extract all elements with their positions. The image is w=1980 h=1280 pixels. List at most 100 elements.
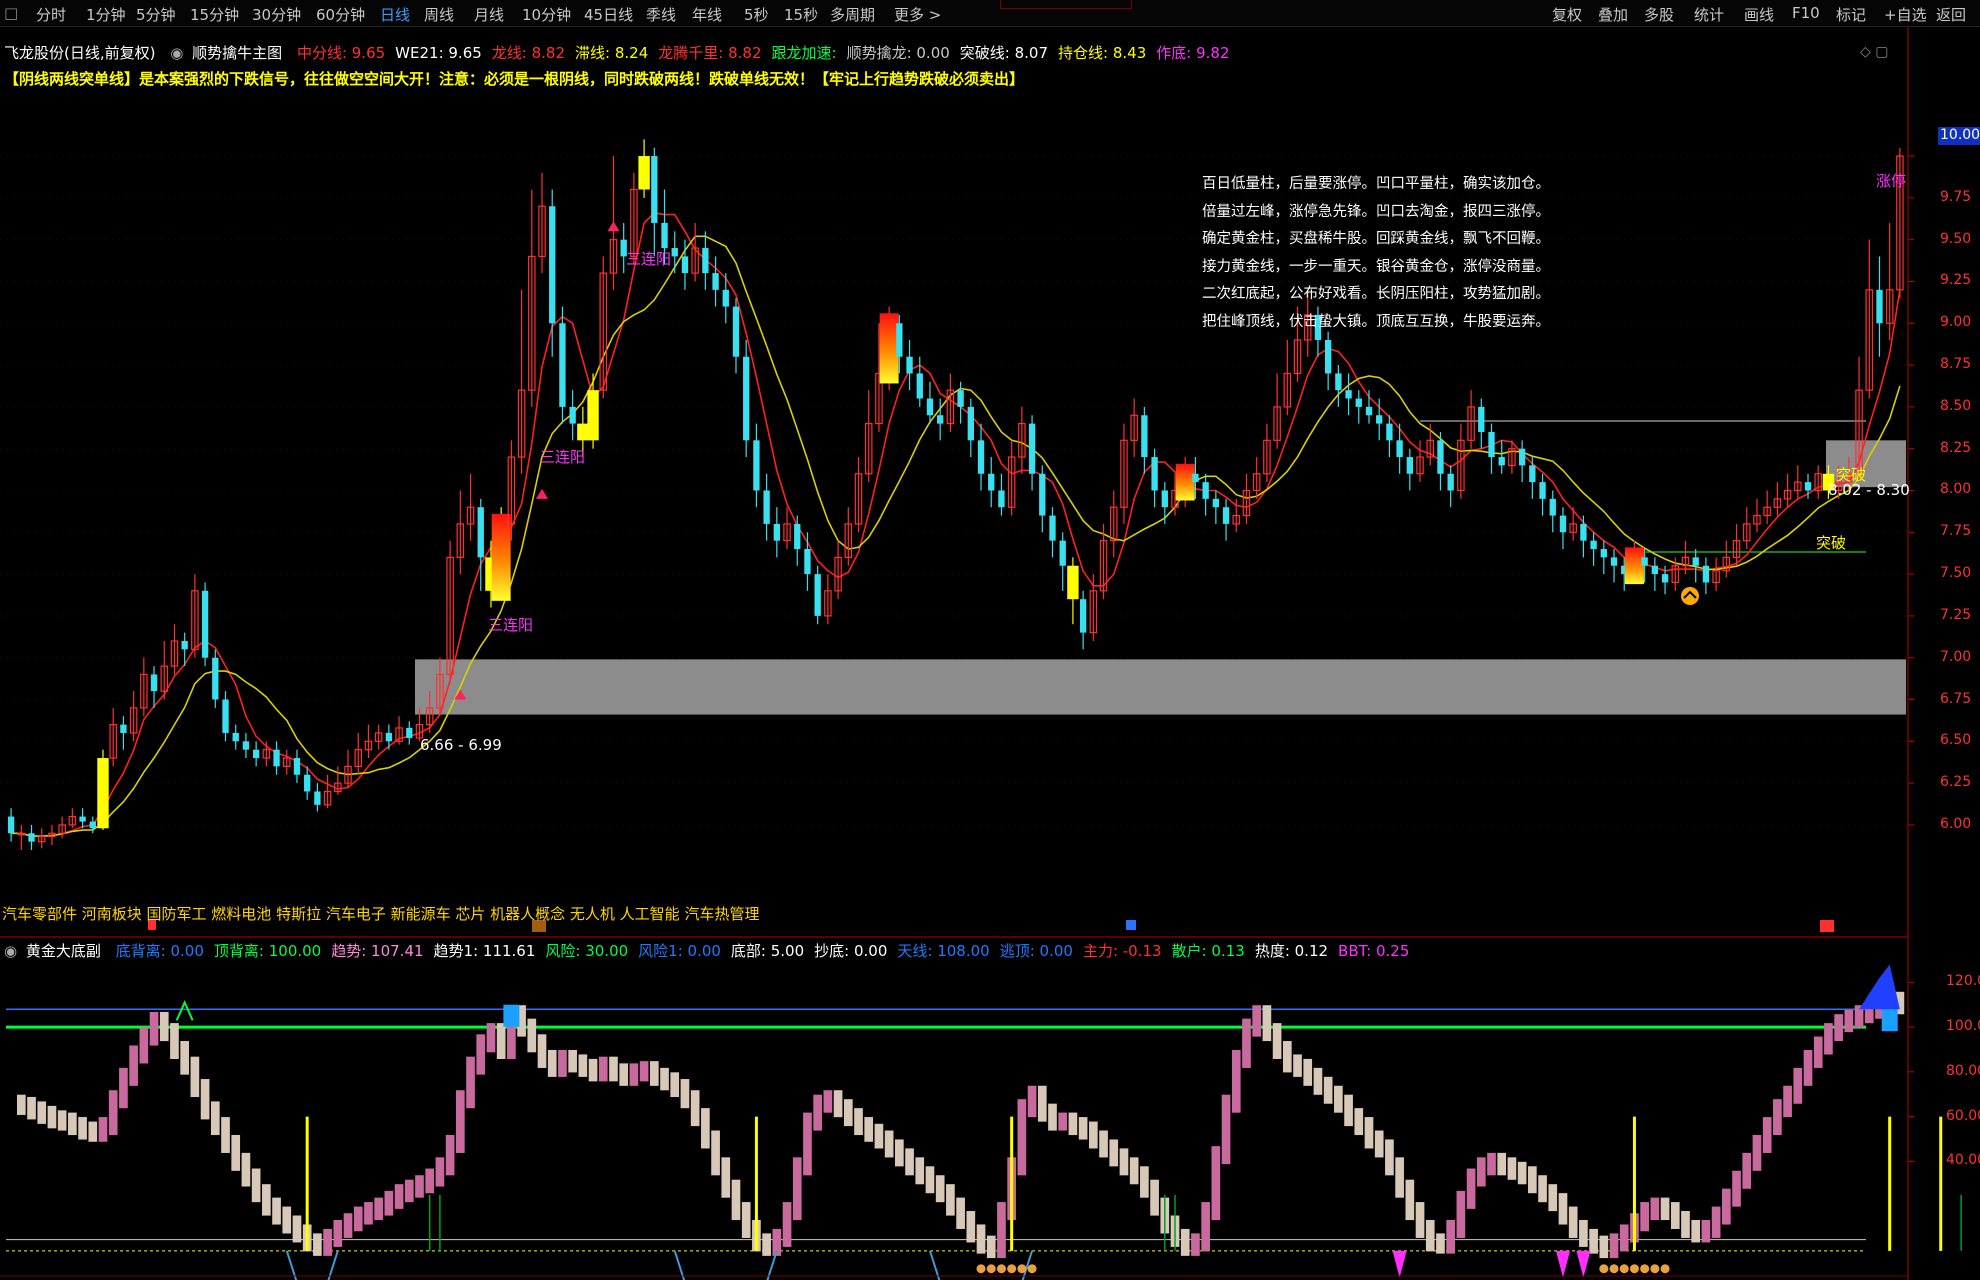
trend-bar	[609, 1056, 618, 1082]
sub-indicator-value-5: 风险1: 0.00	[638, 942, 721, 960]
trend-bar	[1558, 1193, 1568, 1225]
candle-body	[1161, 490, 1168, 508]
toolbar-button-2[interactable]: 多股	[1644, 4, 1674, 25]
sub-axis-label-3: 60.00	[1946, 1107, 1980, 1124]
trend-bar	[180, 1041, 190, 1075]
toolbar-button-3[interactable]: 统计	[1694, 4, 1724, 25]
period-tab-0[interactable]: 分时	[36, 4, 66, 25]
panel-controls[interactable]: ◇ ▢	[1860, 44, 1888, 60]
settings-icon[interactable]: ◉	[4, 942, 17, 960]
candle-body	[743, 356, 750, 441]
period-tab-10[interactable]: 45日线	[584, 4, 633, 25]
period-tab-3[interactable]: 15分钟	[190, 4, 239, 25]
trend-bar	[149, 1011, 159, 1046]
candle	[854, 457, 863, 533]
sub-indicator-title[interactable]: 黄金大底副	[26, 942, 101, 960]
candle-body	[1192, 473, 1199, 483]
period-tab-14[interactable]: 15秒	[784, 4, 818, 25]
candle-body	[89, 821, 96, 829]
trend-bar	[935, 1175, 945, 1203]
trend-bar	[1211, 1146, 1221, 1221]
period-tab-4[interactable]: 30分钟	[252, 4, 301, 25]
period-tab-15[interactable]: 多周期	[830, 4, 875, 25]
period-tab-12[interactable]: 年线	[692, 4, 722, 25]
toolbar-button-7[interactable]: +自选	[1884, 4, 1927, 25]
candle-body	[1345, 390, 1352, 399]
candle	[344, 749, 352, 789]
trend-bar	[537, 1034, 547, 1068]
trend-bar	[343, 1213, 353, 1238]
trend-bar	[527, 1018, 537, 1053]
candle	[1783, 473, 1792, 508]
trend-bar	[1068, 1112, 1078, 1136]
candle-body	[1335, 373, 1342, 391]
toolbar-button-8[interactable]: 返回	[1936, 4, 1966, 25]
candle-body	[732, 306, 740, 357]
candle	[129, 691, 138, 742]
period-tab-16[interactable]: 更多 >	[894, 4, 941, 25]
settings-icon[interactable]: ◉	[170, 44, 183, 62]
period-tab-8[interactable]: 月线	[474, 4, 504, 25]
candle	[170, 624, 179, 675]
trend-bar	[129, 1045, 138, 1086]
period-tab-7[interactable]: 周线	[424, 4, 454, 25]
coin-dot-icon	[1027, 1264, 1037, 1274]
toolbar-button-0[interactable]: 复权	[1552, 4, 1582, 25]
trend-bar	[333, 1219, 343, 1247]
period-tab-1[interactable]: 1分钟	[86, 4, 126, 25]
candle-body	[1079, 599, 1087, 633]
candle-body	[1692, 557, 1699, 566]
indicator-name[interactable]: 顺势擒牛主图	[192, 44, 282, 62]
period-tab-13[interactable]: 5秒	[744, 4, 769, 25]
toolbar-button-4[interactable]: 画线	[1744, 4, 1774, 25]
candle	[89, 816, 96, 834]
trend-bar	[1548, 1184, 1558, 1212]
candle	[638, 139, 650, 198]
period-tab-6[interactable]: 日线	[380, 4, 410, 25]
trend-bar	[823, 1090, 833, 1113]
candle	[232, 724, 239, 750]
trend-bar	[404, 1179, 414, 1203]
candle	[1539, 473, 1546, 516]
trend-bar	[98, 1117, 108, 1142]
candle-body	[926, 398, 934, 416]
period-tab-11[interactable]: 季线	[646, 4, 676, 25]
candle	[293, 749, 301, 784]
menu-icon[interactable]: □	[4, 4, 18, 22]
trend-bar	[1313, 1067, 1323, 1095]
kline-chart[interactable]	[0, 0, 1980, 1280]
toolbar-button-6[interactable]: 标记	[1836, 4, 1866, 25]
trend-bar	[57, 1110, 67, 1131]
candle	[946, 373, 955, 432]
poem-line-5: 把住峰顶线，伏击蛰大镇。顶底互互换，牛股要运奔。	[1202, 313, 1550, 330]
trend-bar	[925, 1166, 935, 1194]
candle	[1712, 557, 1720, 591]
toolbar-button-1[interactable]: 叠加	[1598, 4, 1628, 25]
candle	[1212, 490, 1220, 524]
candle-body	[1661, 574, 1669, 583]
sub-indicator-value-9: 逃顶: 0.00	[999, 942, 1073, 960]
trend-bar	[895, 1139, 904, 1167]
period-tab-2[interactable]: 5分钟	[136, 4, 176, 25]
stock-title[interactable]: 飞龙股份(日线,前复权)	[4, 44, 155, 62]
candle-body	[1610, 557, 1618, 566]
trend-bar	[874, 1123, 884, 1149]
candle	[466, 473, 475, 541]
event-marker	[1820, 920, 1834, 932]
moving-average-lines	[11, 212, 1901, 838]
candle	[794, 515, 801, 566]
coin-dot-icon	[1629, 1264, 1639, 1274]
sub-axis-label-1: 100.00	[1946, 1018, 1980, 1035]
toolbar-button-5[interactable]: F10	[1792, 4, 1820, 22]
limit-up-body	[587, 390, 599, 441]
price-axis-label-15: 6.25	[1940, 774, 1972, 791]
candle-body	[1702, 565, 1710, 583]
candle	[201, 582, 209, 667]
trend-bar	[864, 1117, 874, 1142]
trend-bar	[384, 1190, 394, 1216]
trend-bar	[1691, 1219, 1701, 1243]
period-tab-5[interactable]: 60分钟	[316, 4, 365, 25]
period-tab-9[interactable]: 10分钟	[522, 4, 571, 25]
sub-indicator-value-13: BBT: 0.25	[1338, 942, 1410, 960]
trend-bar	[1129, 1157, 1139, 1185]
